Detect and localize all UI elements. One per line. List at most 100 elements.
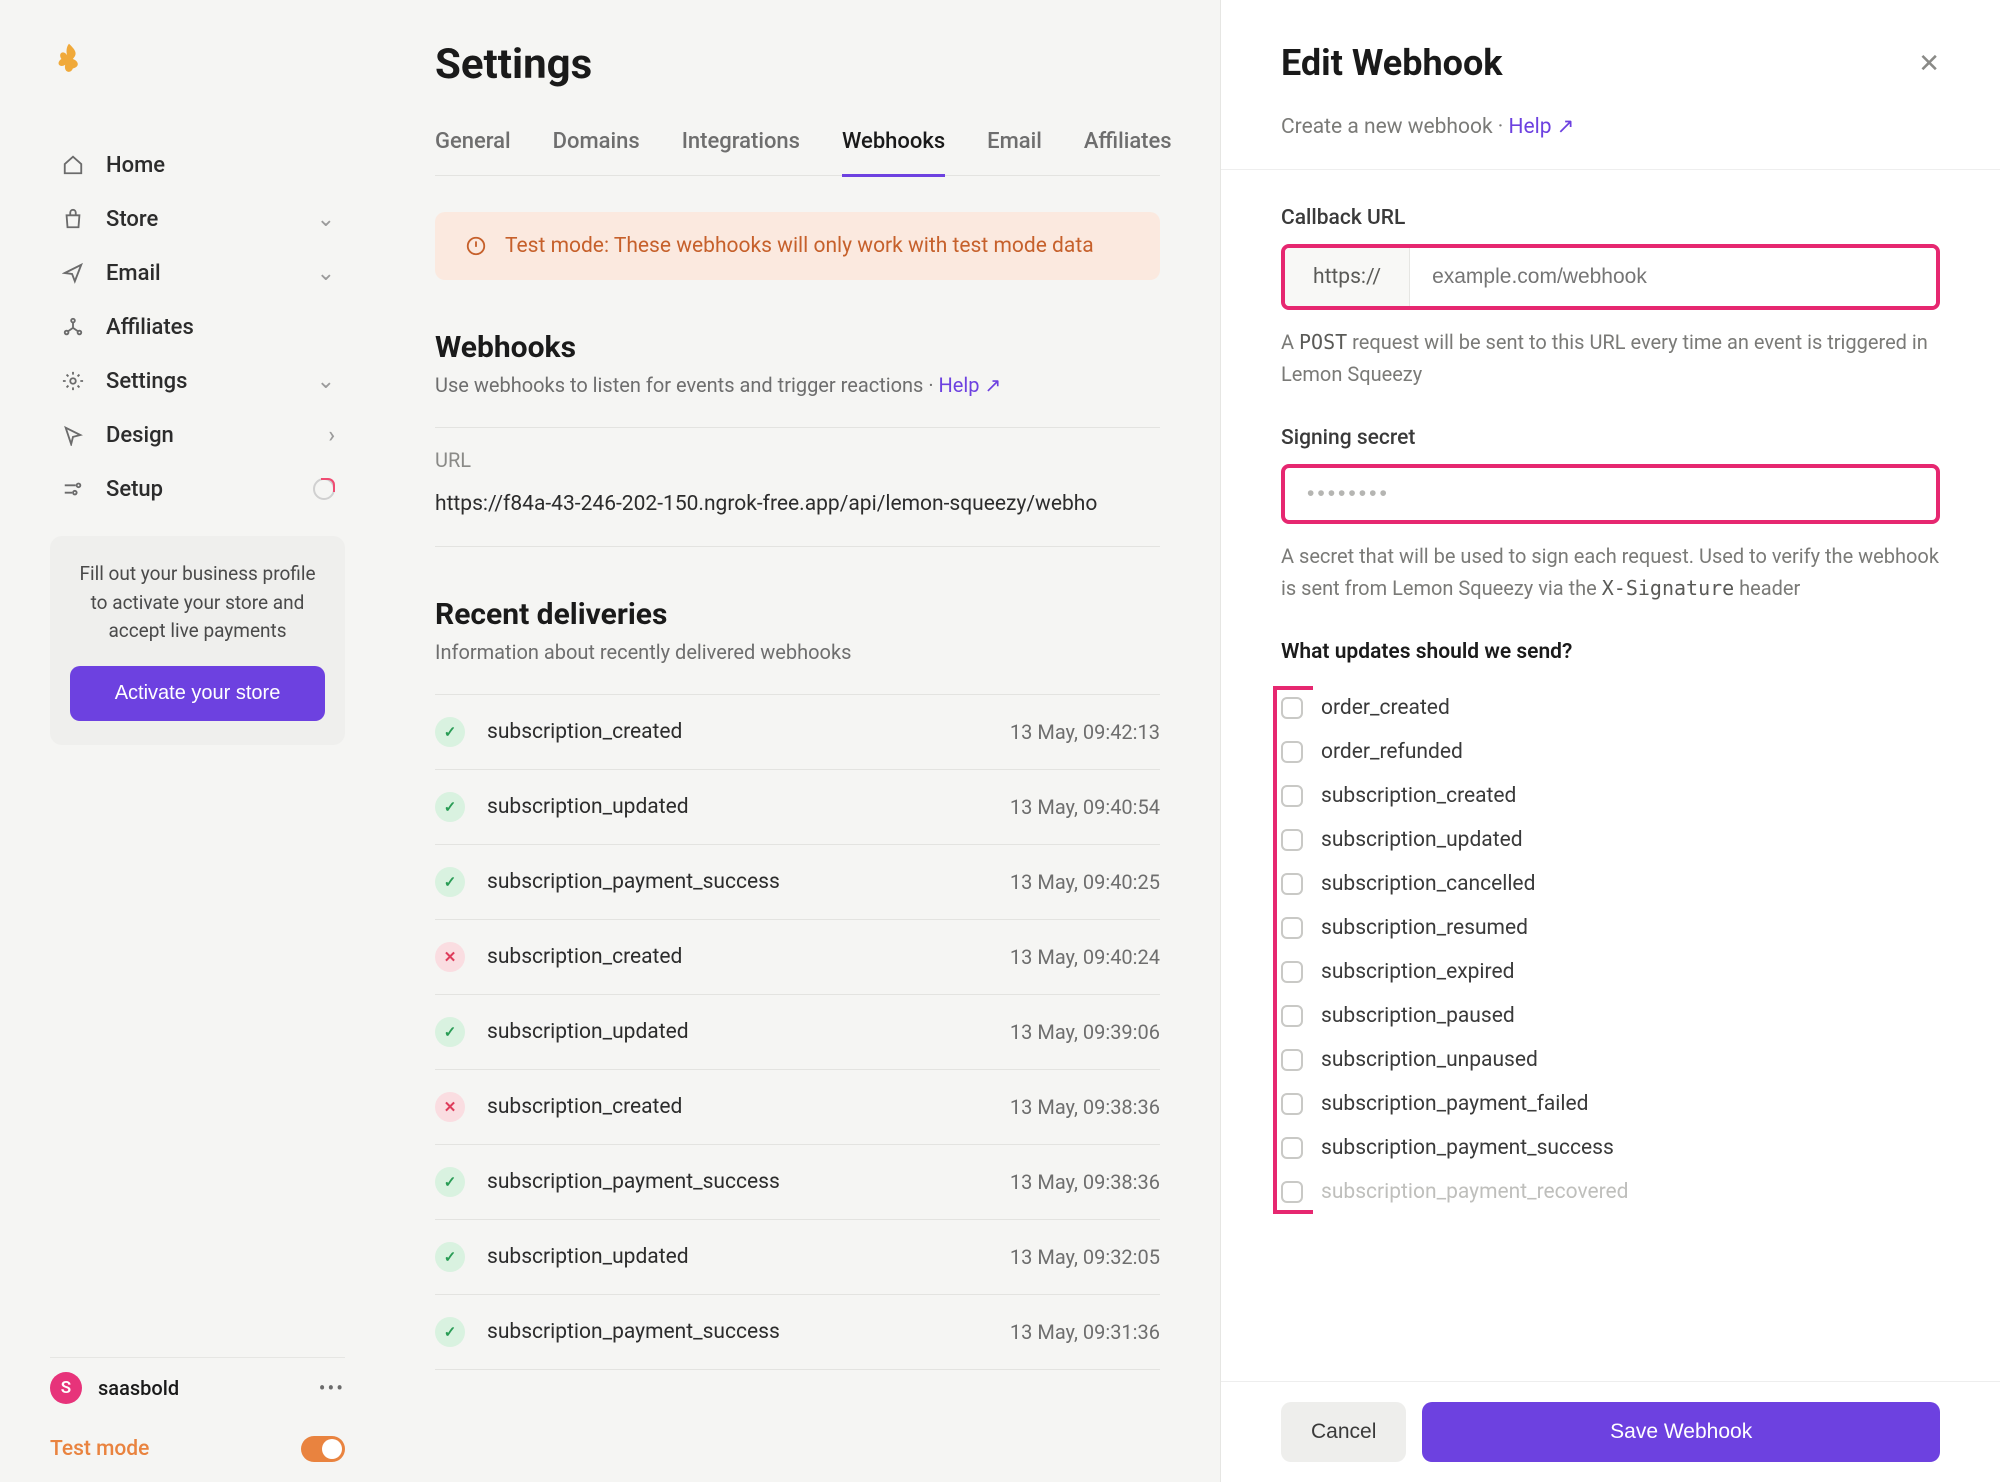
- event-label: subscription_expired: [1321, 960, 1514, 984]
- chevron-right-icon: ›: [328, 423, 335, 448]
- checkbox[interactable]: [1281, 829, 1303, 851]
- tab-email[interactable]: Email: [987, 129, 1042, 175]
- nav-label: Affiliates: [106, 315, 194, 340]
- checkbox[interactable]: [1281, 785, 1303, 807]
- nav-label: Store: [106, 207, 158, 232]
- checkbox[interactable]: [1281, 1181, 1303, 1203]
- event-label: subscription_payment_recovered: [1321, 1180, 1629, 1204]
- nav-setup[interactable]: Setup: [50, 462, 345, 516]
- event-row-order_refunded[interactable]: order_refunded: [1281, 730, 1940, 774]
- webhook-url-value[interactable]: https://f84a-43-246-202-150.ngrok-free.a…: [435, 492, 1160, 547]
- nav-affiliates[interactable]: Affiliates: [50, 300, 345, 354]
- delivery-time: 13 May, 09:38:36: [1010, 1170, 1160, 1194]
- tab-integrations[interactable]: Integrations: [682, 129, 800, 175]
- event-row-subscription_cancelled[interactable]: subscription_cancelled: [1281, 862, 1940, 906]
- delivery-row[interactable]: ✓subscription_updated13 May, 09:32:05: [435, 1220, 1160, 1295]
- event-label: subscription_payment_success: [1321, 1136, 1614, 1160]
- panel-subtitle: Create a new webhook · Help ↗: [1221, 114, 2000, 170]
- signing-secret-help: A secret that will be used to sign each …: [1281, 540, 1940, 604]
- test-mode-alert: Test mode: These webhooks will only work…: [435, 212, 1160, 280]
- tab-domains[interactable]: Domains: [553, 129, 640, 175]
- delivery-event: subscription_payment_success: [487, 870, 780, 894]
- signing-secret-input[interactable]: [1281, 464, 1940, 524]
- event-row-subscription_expired[interactable]: subscription_expired: [1281, 950, 1940, 994]
- event-row-order_created[interactable]: order_created: [1281, 686, 1940, 730]
- chevron-down-icon: ⌄: [317, 369, 335, 394]
- event-row-subscription_payment_recovered[interactable]: subscription_payment_recovered: [1281, 1170, 1940, 1214]
- delivery-row[interactable]: ✓subscription_payment_success13 May, 09:…: [435, 1145, 1160, 1220]
- setup-progress-icon: [313, 478, 335, 500]
- event-label: order_refunded: [1321, 740, 1463, 764]
- delivery-time: 13 May, 09:31:36: [1010, 1320, 1160, 1344]
- event-row-subscription_created[interactable]: subscription_created: [1281, 774, 1940, 818]
- bag-icon: [60, 206, 86, 232]
- tab-general[interactable]: General: [435, 129, 511, 175]
- cancel-button[interactable]: Cancel: [1281, 1402, 1406, 1462]
- delivery-event: subscription_created: [487, 945, 682, 969]
- check-icon: ✓: [435, 1017, 465, 1047]
- event-row-subscription_payment_failed[interactable]: subscription_payment_failed: [1281, 1082, 1940, 1126]
- activate-store-button[interactable]: Activate your store: [70, 666, 325, 721]
- event-row-subscription_updated[interactable]: subscription_updated: [1281, 818, 1940, 862]
- nav-store[interactable]: Store ⌄: [50, 192, 345, 246]
- tab-affiliates[interactable]: Affiliates: [1084, 129, 1172, 175]
- tab-webhooks[interactable]: Webhooks: [842, 129, 945, 177]
- panel-help-link[interactable]: Help ↗: [1509, 115, 1575, 139]
- settings-tabs: GeneralDomainsIntegrationsWebhooksEmailA…: [435, 129, 1160, 176]
- checkbox[interactable]: [1281, 873, 1303, 895]
- delivery-event: subscription_created: [487, 720, 682, 744]
- close-button[interactable]: ✕: [1918, 48, 1940, 79]
- nav-label: Setup: [106, 477, 163, 502]
- callback-url-help: A POST request will be sent to this URL …: [1281, 326, 1940, 390]
- checkbox[interactable]: [1281, 917, 1303, 939]
- test-mode-toggle[interactable]: [301, 1436, 345, 1462]
- network-icon: [60, 314, 86, 340]
- check-icon: ✓: [435, 717, 465, 747]
- help-link[interactable]: Help ↗: [939, 373, 1002, 397]
- delivery-row[interactable]: ✓ subscription_created 13 May, 09:42:13: [435, 695, 1160, 770]
- event-label: subscription_resumed: [1321, 916, 1528, 940]
- recent-deliveries-sub: Information about recently delivered web…: [435, 640, 1160, 664]
- x-icon: ✕: [435, 1092, 465, 1122]
- nav-home[interactable]: Home: [50, 138, 345, 192]
- event-row-subscription_resumed[interactable]: subscription_resumed: [1281, 906, 1940, 950]
- gear-icon: [60, 368, 86, 394]
- main-content: Settings GeneralDomainsIntegrationsWebho…: [375, 0, 1220, 1482]
- event-row-subscription_payment_success[interactable]: subscription_payment_success: [1281, 1126, 1940, 1170]
- nav-email[interactable]: Email ⌄: [50, 246, 345, 300]
- delivery-event: subscription_created: [487, 1095, 682, 1119]
- delivery-event: subscription_updated: [487, 795, 689, 819]
- nav-settings[interactable]: Settings ⌄: [50, 354, 345, 408]
- event-label: subscription_paused: [1321, 1004, 1515, 1028]
- checkbox[interactable]: [1281, 1093, 1303, 1115]
- delivery-time: 13 May, 09:38:36: [1010, 1095, 1160, 1119]
- delivery-row[interactable]: ✕subscription_created13 May, 09:40:24: [435, 920, 1160, 995]
- checkbox[interactable]: [1281, 741, 1303, 763]
- delivery-row[interactable]: ✓subscription_payment_success13 May, 09:…: [435, 1295, 1160, 1370]
- event-row-subscription_paused[interactable]: subscription_paused: [1281, 994, 1940, 1038]
- account-name: saasbold: [98, 1376, 319, 1400]
- delivery-row[interactable]: ✓subscription_payment_success13 May, 09:…: [435, 845, 1160, 920]
- delivery-row[interactable]: ✓subscription_updated13 May, 09:40:54: [435, 770, 1160, 845]
- delivery-row[interactable]: ✕ subscription_created 13 May, 09:38:36: [435, 1070, 1160, 1145]
- event-row-subscription_unpaused[interactable]: subscription_unpaused: [1281, 1038, 1940, 1082]
- more-icon[interactable]: •••: [319, 1376, 345, 1400]
- checkbox[interactable]: [1281, 961, 1303, 983]
- checkbox[interactable]: [1281, 697, 1303, 719]
- checkbox[interactable]: [1281, 1049, 1303, 1071]
- panel-title: Edit Webhook: [1281, 42, 1918, 84]
- check-icon: ✓: [435, 1317, 465, 1347]
- delivery-row[interactable]: ✓subscription_updated13 May, 09:39:06: [435, 995, 1160, 1070]
- callback-url-input[interactable]: [1410, 248, 1936, 306]
- chevron-down-icon: ⌄: [317, 261, 335, 286]
- checkbox[interactable]: [1281, 1137, 1303, 1159]
- checkbox[interactable]: [1281, 1005, 1303, 1027]
- save-webhook-button[interactable]: Save Webhook: [1422, 1402, 1940, 1462]
- chevron-down-icon: ⌄: [317, 207, 335, 232]
- signing-secret-label: Signing secret: [1281, 426, 1940, 450]
- check-icon: ✓: [435, 792, 465, 822]
- sidebar: Home Store ⌄ Email ⌄ Affiliates Settings…: [0, 0, 375, 1482]
- account-switcher[interactable]: S saasbold •••: [50, 1357, 345, 1418]
- delivery-time: 13 May, 09:42:13: [1010, 720, 1160, 744]
- nav-design[interactable]: Design ›: [50, 408, 345, 462]
